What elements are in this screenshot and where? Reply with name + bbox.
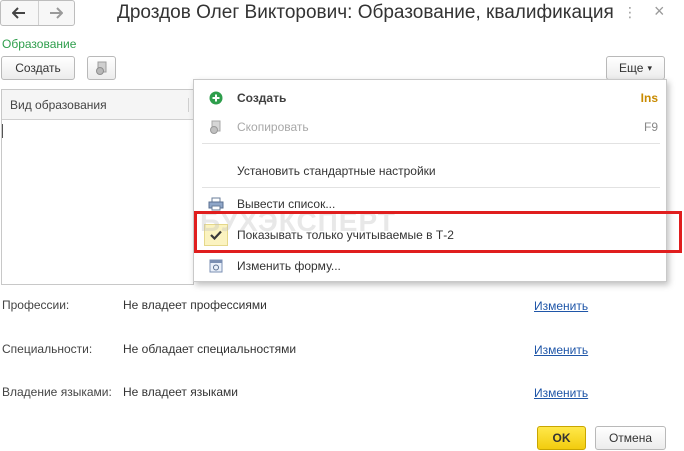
more-button[interactable]: Еще ▾ bbox=[606, 56, 665, 80]
forward-button[interactable] bbox=[37, 1, 75, 25]
text-cursor bbox=[2, 124, 3, 138]
menu-item-create[interactable]: Создать Ins bbox=[194, 87, 666, 109]
green-plus-icon bbox=[208, 90, 224, 106]
specialties-label: Специальности: bbox=[2, 342, 93, 356]
shortcut-label: F9 bbox=[643, 120, 658, 134]
menu-item-change-form[interactable]: Изменить форму... bbox=[194, 255, 666, 277]
cancel-button[interactable]: Отмена bbox=[595, 426, 666, 450]
chevron-down-icon: ▾ bbox=[647, 62, 652, 73]
more-actions-icon[interactable]: ⋮ bbox=[623, 4, 637, 21]
ok-button[interactable]: OK bbox=[537, 426, 586, 450]
arrow-left-icon bbox=[12, 7, 26, 19]
copy-button[interactable] bbox=[87, 56, 116, 80]
create-button[interactable]: Создать bbox=[1, 56, 75, 80]
professions-change-link[interactable]: Изменить bbox=[534, 299, 588, 313]
menu-separator bbox=[202, 187, 660, 188]
close-icon[interactable]: × bbox=[654, 1, 665, 22]
menu-item-standard-settings[interactable]: Установить стандартные настройки bbox=[194, 160, 666, 182]
specialties-value: Не обладает специальностями bbox=[123, 342, 297, 356]
shortcut-label: Ins bbox=[640, 91, 658, 105]
table-header: Вид образования У bbox=[2, 90, 201, 120]
professions-value: Не владеет профессиями bbox=[123, 298, 267, 312]
nav-buttons bbox=[0, 0, 75, 26]
menu-item-label: Изменить форму... bbox=[237, 259, 341, 273]
menu-item-label: Скопировать bbox=[237, 120, 309, 134]
languages-value: Не владеет языками bbox=[123, 385, 238, 399]
specialties-change-link[interactable]: Изменить bbox=[534, 343, 588, 357]
menu-item-label: Создать bbox=[237, 91, 287, 105]
menu-item-copy[interactable]: Скопировать F9 bbox=[194, 116, 666, 138]
languages-label: Владение языками: bbox=[2, 385, 112, 399]
more-label: Еще bbox=[619, 61, 644, 75]
window-title: Дроздов Олег Викторович: Образование, кв… bbox=[117, 2, 614, 23]
menu-item-label: Установить стандартные настройки bbox=[237, 164, 436, 178]
languages-change-link[interactable]: Изменить bbox=[534, 386, 588, 400]
copy-icon bbox=[95, 61, 106, 75]
form-icon bbox=[208, 258, 224, 274]
education-table[interactable]: Вид образования У bbox=[1, 89, 201, 285]
section-label: Образование bbox=[2, 37, 77, 51]
highlight-frame bbox=[194, 211, 682, 253]
professions-label: Профессии: bbox=[2, 298, 70, 312]
back-button[interactable] bbox=[1, 1, 38, 25]
column-header-education-type[interactable]: Вид образования bbox=[10, 98, 107, 112]
menu-separator bbox=[202, 143, 660, 144]
arrow-right-icon bbox=[50, 7, 64, 19]
copy-icon bbox=[208, 119, 224, 135]
